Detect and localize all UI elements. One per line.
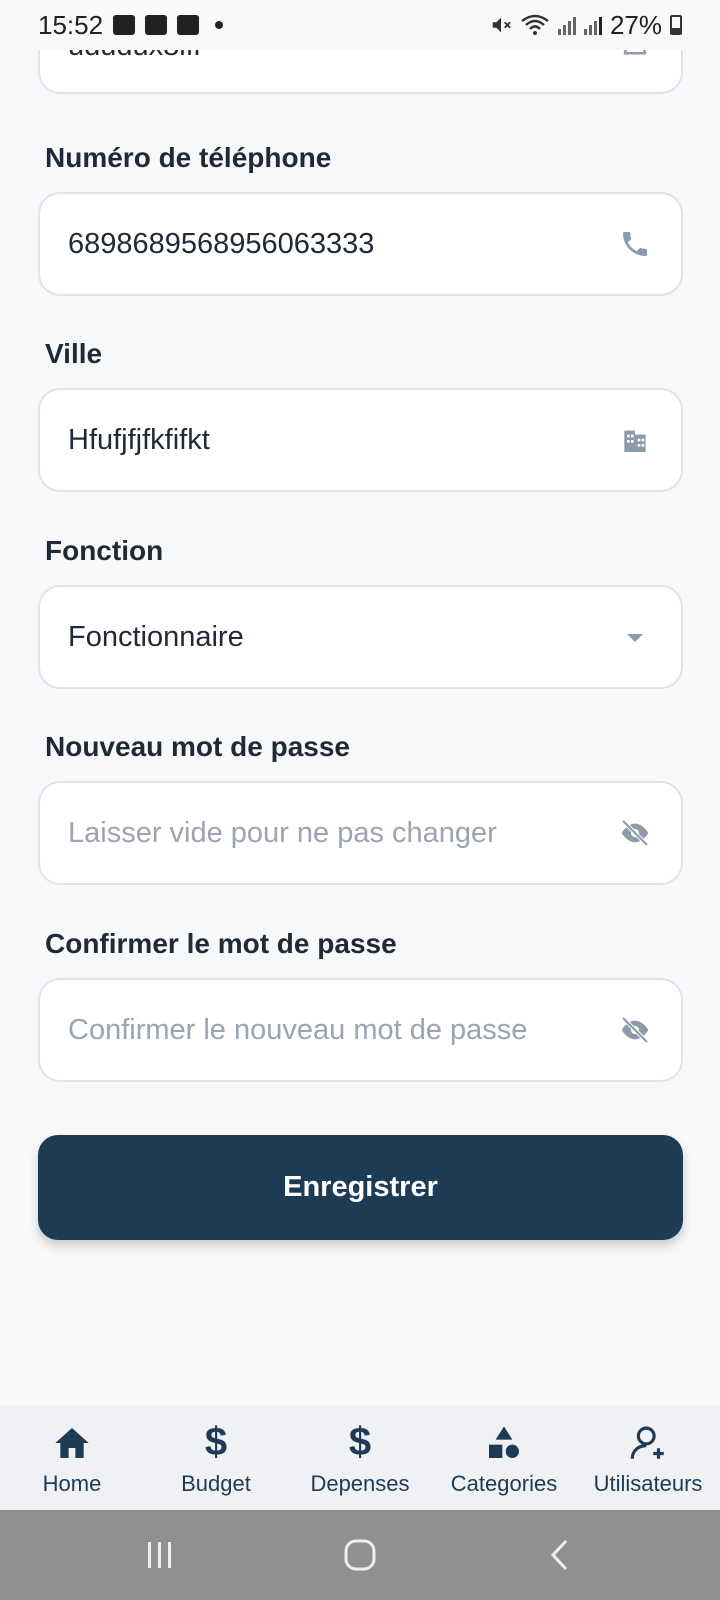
function-value: Fonctionnaire <box>68 620 244 653</box>
mute-icon <box>492 17 511 33</box>
status-bar: 15:52 27% <box>0 0 720 50</box>
phone-icon <box>617 226 653 262</box>
save-button[interactable]: Enregistrer <box>38 1135 683 1240</box>
building-icon <box>617 422 653 458</box>
nav-item-depenses[interactable]: $ Depenses <box>288 1405 432 1510</box>
status-time: 15:52 <box>38 9 104 40</box>
nav-item-categories[interactable]: Categories <box>432 1405 576 1510</box>
home-icon <box>51 1419 93 1467</box>
eye-off-icon[interactable] <box>617 815 653 851</box>
battery-icon <box>670 15 682 35</box>
city-label: Ville <box>45 338 103 369</box>
nav-item-utilisateurs[interactable]: Utilisateurs <box>576 1405 720 1510</box>
dollar-icon: $ <box>204 1420 228 1464</box>
recent-apps-icon[interactable] <box>130 1530 190 1580</box>
wifi-icon <box>521 14 549 35</box>
shapes-icon <box>483 1419 525 1467</box>
city-field[interactable]: Hfufjfjfkfifkt <box>38 388 683 492</box>
nav-label-depenses: Depenses <box>310 1470 410 1496</box>
system-nav-bar <box>0 1510 720 1600</box>
status-right: 27% <box>490 10 682 41</box>
chevron-down-icon[interactable] <box>617 619 653 655</box>
new-password-label: Nouveau mot de passe <box>45 731 350 762</box>
nav-label-categories: Categories <box>450 1470 558 1496</box>
home-button-icon[interactable] <box>330 1530 390 1580</box>
new-password-field[interactable]: Laisser vide pour ne pas changer <box>38 781 683 885</box>
user-add-icon <box>627 1419 669 1467</box>
function-label: Fonction <box>45 535 164 566</box>
nav-item-home[interactable]: Home <box>0 1405 144 1510</box>
status-left: 15:52 <box>38 9 224 41</box>
confirm-password-placeholder: Confirmer le nouveau mot de passe <box>68 1013 528 1046</box>
nav-label-home: Home <box>42 1470 102 1496</box>
signal-icon <box>583 15 602 35</box>
phone-label: Numéro de téléphone <box>45 142 332 173</box>
battery-text: 27% <box>609 9 662 40</box>
new-password-placeholder: Laisser vide pour ne pas changer <box>68 816 497 849</box>
nav-item-budget[interactable]: $ Budget <box>144 1405 288 1510</box>
phone-field[interactable]: 6898689568956063333 <box>38 192 683 296</box>
bottom-nav: Home $ Budget $ Depenses Categories Util… <box>0 1405 720 1510</box>
dollar-icon: $ <box>348 1420 372 1464</box>
function-select[interactable]: Fonctionnaire <box>38 585 683 689</box>
eye-off-icon[interactable] <box>617 1012 653 1048</box>
dot-icon <box>215 21 224 29</box>
youtube-icon <box>145 15 168 35</box>
confirm-password-label: Confirmer le mot de passe <box>45 928 397 959</box>
gallery-icon <box>113 15 136 35</box>
signal-icon <box>557 15 576 35</box>
back-icon[interactable] <box>530 1530 590 1580</box>
phone-value: 6898689568956063333 <box>68 227 375 260</box>
confirm-password-field[interactable]: Confirmer le nouveau mot de passe <box>38 978 683 1082</box>
nav-label-utilisateurs: Utilisateurs <box>593 1470 703 1496</box>
city-value: Hfufjfjfkfifkt <box>68 423 210 456</box>
nav-label-budget: Budget <box>181 1470 251 1496</box>
check-icon <box>177 15 200 35</box>
